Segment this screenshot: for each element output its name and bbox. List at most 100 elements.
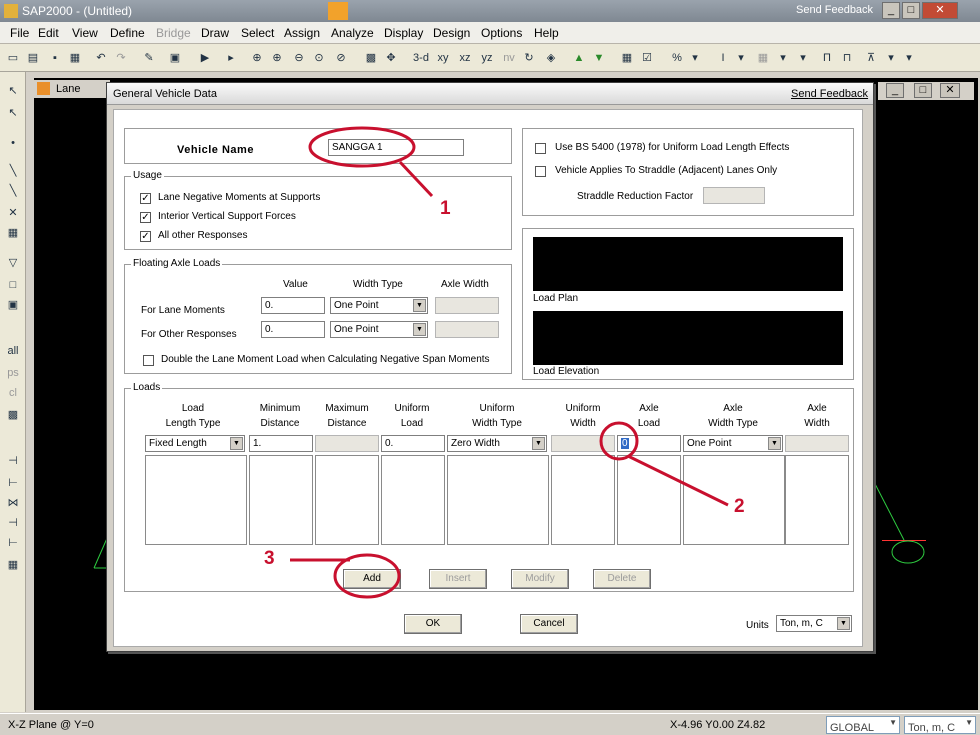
draw-rect-icon[interactable]: □ [4, 276, 22, 294]
dropdown-arrow-icon[interactable]: ▾ [732, 49, 750, 67]
list-column[interactable] [617, 455, 681, 545]
add-button[interactable]: Add [343, 569, 401, 589]
menu-help[interactable]: Help [534, 26, 559, 40]
pointer-icon[interactable]: ↖ [4, 82, 22, 100]
check-icon[interactable]: ☑ [638, 49, 656, 67]
dropdown-arrow-icon[interactable]: ▾ [900, 49, 918, 67]
insert-button[interactable]: Insert [429, 569, 487, 589]
refresh-icon[interactable]: ▩ [362, 49, 380, 67]
list-column[interactable] [785, 455, 849, 545]
dropdown-arrow-icon[interactable]: ▾ [686, 49, 704, 67]
truss-icon[interactable]: ⊓ [838, 49, 856, 67]
redo-icon[interactable]: ↷ [112, 49, 130, 67]
new-file-icon[interactable]: ▭ [4, 49, 22, 67]
menu-view[interactable]: View [72, 26, 98, 40]
pin-icon[interactable]: ⋈ [4, 494, 22, 512]
dialog-send-feedback-link[interactable]: Send Feedback [791, 88, 868, 100]
run-icon[interactable]: ▶ [196, 49, 214, 67]
lock-icon[interactable]: ▣ [166, 49, 184, 67]
maximize-button[interactable]: □ [902, 2, 920, 19]
straddle-checkbox[interactable] [535, 166, 546, 177]
draw-link-icon[interactable]: ✕ [4, 204, 22, 222]
menu-select[interactable]: Select [241, 26, 274, 40]
view-xy-button[interactable]: xy [434, 49, 452, 67]
min-distance-input[interactable]: 1. [249, 435, 313, 452]
other-responses-width-type-select[interactable]: One Point ▼ [330, 321, 428, 338]
zoom-out-icon[interactable]: ⊖ [290, 49, 308, 67]
uniform-width-input[interactable] [551, 435, 615, 452]
down-arrow-icon[interactable]: ▼ [590, 49, 608, 67]
rotate-icon[interactable]: ↻ [520, 49, 538, 67]
menu-options[interactable]: Options [481, 26, 522, 40]
list-column[interactable] [551, 455, 615, 545]
list-column[interactable] [315, 455, 379, 545]
menu-draw[interactable]: Draw [201, 26, 229, 40]
list-column[interactable] [447, 455, 549, 545]
menu-display[interactable]: Display [384, 26, 423, 40]
other-responses-axle-width-input[interactable] [435, 321, 499, 338]
view-xz-button[interactable]: xz [456, 49, 474, 67]
bs5400-checkbox[interactable] [535, 143, 546, 154]
ok-button[interactable]: OK [404, 614, 462, 634]
view-nv-button[interactable]: nv [500, 49, 518, 67]
straddle-factor-input[interactable] [703, 187, 765, 204]
draw-quad-icon[interactable]: ▣ [4, 296, 22, 314]
units-select[interactable]: Ton, m, C ▼ [776, 615, 852, 632]
percent-icon[interactable]: % [668, 49, 686, 67]
minimize-button[interactable]: _ [882, 2, 900, 19]
menu-analyze[interactable]: Analyze [331, 26, 374, 40]
vehicle-name-input[interactable]: SANGGA 1 [328, 139, 464, 156]
usage-checkbox-2[interactable]: ✓ [140, 212, 151, 223]
delete-button[interactable]: Delete [593, 569, 651, 589]
roller-icon[interactable]: ⊣ [4, 514, 22, 532]
close-button[interactable]: ✕ [922, 2, 958, 19]
perspective-icon[interactable]: ◈ [542, 49, 560, 67]
zoom-prev-icon[interactable]: ⊘ [332, 49, 350, 67]
zoom-window-icon[interactable]: ⊕ [248, 49, 266, 67]
restraint-icon[interactable]: ⊣ [4, 452, 22, 470]
dropdown-arrow-icon[interactable]: ▾ [882, 49, 900, 67]
app-send-feedback-link[interactable]: Send Feedback [796, 4, 873, 16]
double-lane-moment-checkbox[interactable] [143, 355, 154, 366]
draw-line-icon[interactable]: ╲ [4, 162, 22, 180]
reshape-icon[interactable]: ↖ [4, 104, 22, 122]
select-all-icon[interactable]: all [4, 342, 22, 360]
modify-button[interactable]: Modify [511, 569, 569, 589]
lane-moments-value-input[interactable]: 0. [261, 297, 325, 314]
draw-area-icon[interactable]: ▽ [4, 254, 22, 272]
point-icon[interactable]: • [4, 134, 22, 152]
lane-moments-axle-width-input[interactable] [435, 297, 499, 314]
axle-width-input[interactable] [785, 435, 849, 452]
draw-cable-icon[interactable]: ╲ [4, 182, 22, 200]
undo-icon[interactable]: ↶ [92, 49, 110, 67]
bridge-icon[interactable]: ⊼ [862, 49, 880, 67]
menu-assign[interactable]: Assign [284, 26, 320, 40]
fixed-icon[interactable]: ⊢ [4, 474, 22, 492]
menu-edit[interactable]: Edit [38, 26, 59, 40]
list-column[interactable] [145, 455, 247, 545]
run-arrow-icon[interactable]: ▸ [222, 49, 240, 67]
zoom-full-icon[interactable]: ⊙ [310, 49, 328, 67]
spring-icon[interactable]: ⊢ [4, 534, 22, 552]
axle-width-type-select[interactable]: One Point ▼ [683, 435, 783, 452]
menu-define[interactable]: Define [110, 26, 145, 40]
view-yz-button[interactable]: yz [478, 49, 496, 67]
frame-icon[interactable]: Π [818, 49, 836, 67]
list-column[interactable] [249, 455, 313, 545]
menu-design[interactable]: Design [433, 26, 470, 40]
dropdown-arrow-icon[interactable]: ▾ [774, 49, 792, 67]
previous-select-icon[interactable]: ps [4, 364, 22, 382]
other-responses-value-input[interactable]: 0. [261, 321, 325, 338]
snap-icon[interactable]: ▦ [618, 49, 636, 67]
max-distance-input[interactable] [315, 435, 379, 452]
view-3d-button[interactable]: 3-d [412, 49, 430, 67]
menu-bridge[interactable]: Bridge [156, 26, 191, 40]
cancel-button[interactable]: Cancel [520, 614, 578, 634]
up-arrow-icon[interactable]: ▲ [570, 49, 588, 67]
draw-grid-icon[interactable]: ▦ [4, 224, 22, 242]
uniform-load-input[interactable]: 0. [381, 435, 445, 452]
clear-select-icon[interactable]: cl [4, 384, 22, 402]
text-cursor-icon[interactable]: I [714, 49, 732, 67]
usage-checkbox-3[interactable]: ✓ [140, 231, 151, 242]
intersect-icon[interactable]: ▩ [4, 406, 22, 424]
